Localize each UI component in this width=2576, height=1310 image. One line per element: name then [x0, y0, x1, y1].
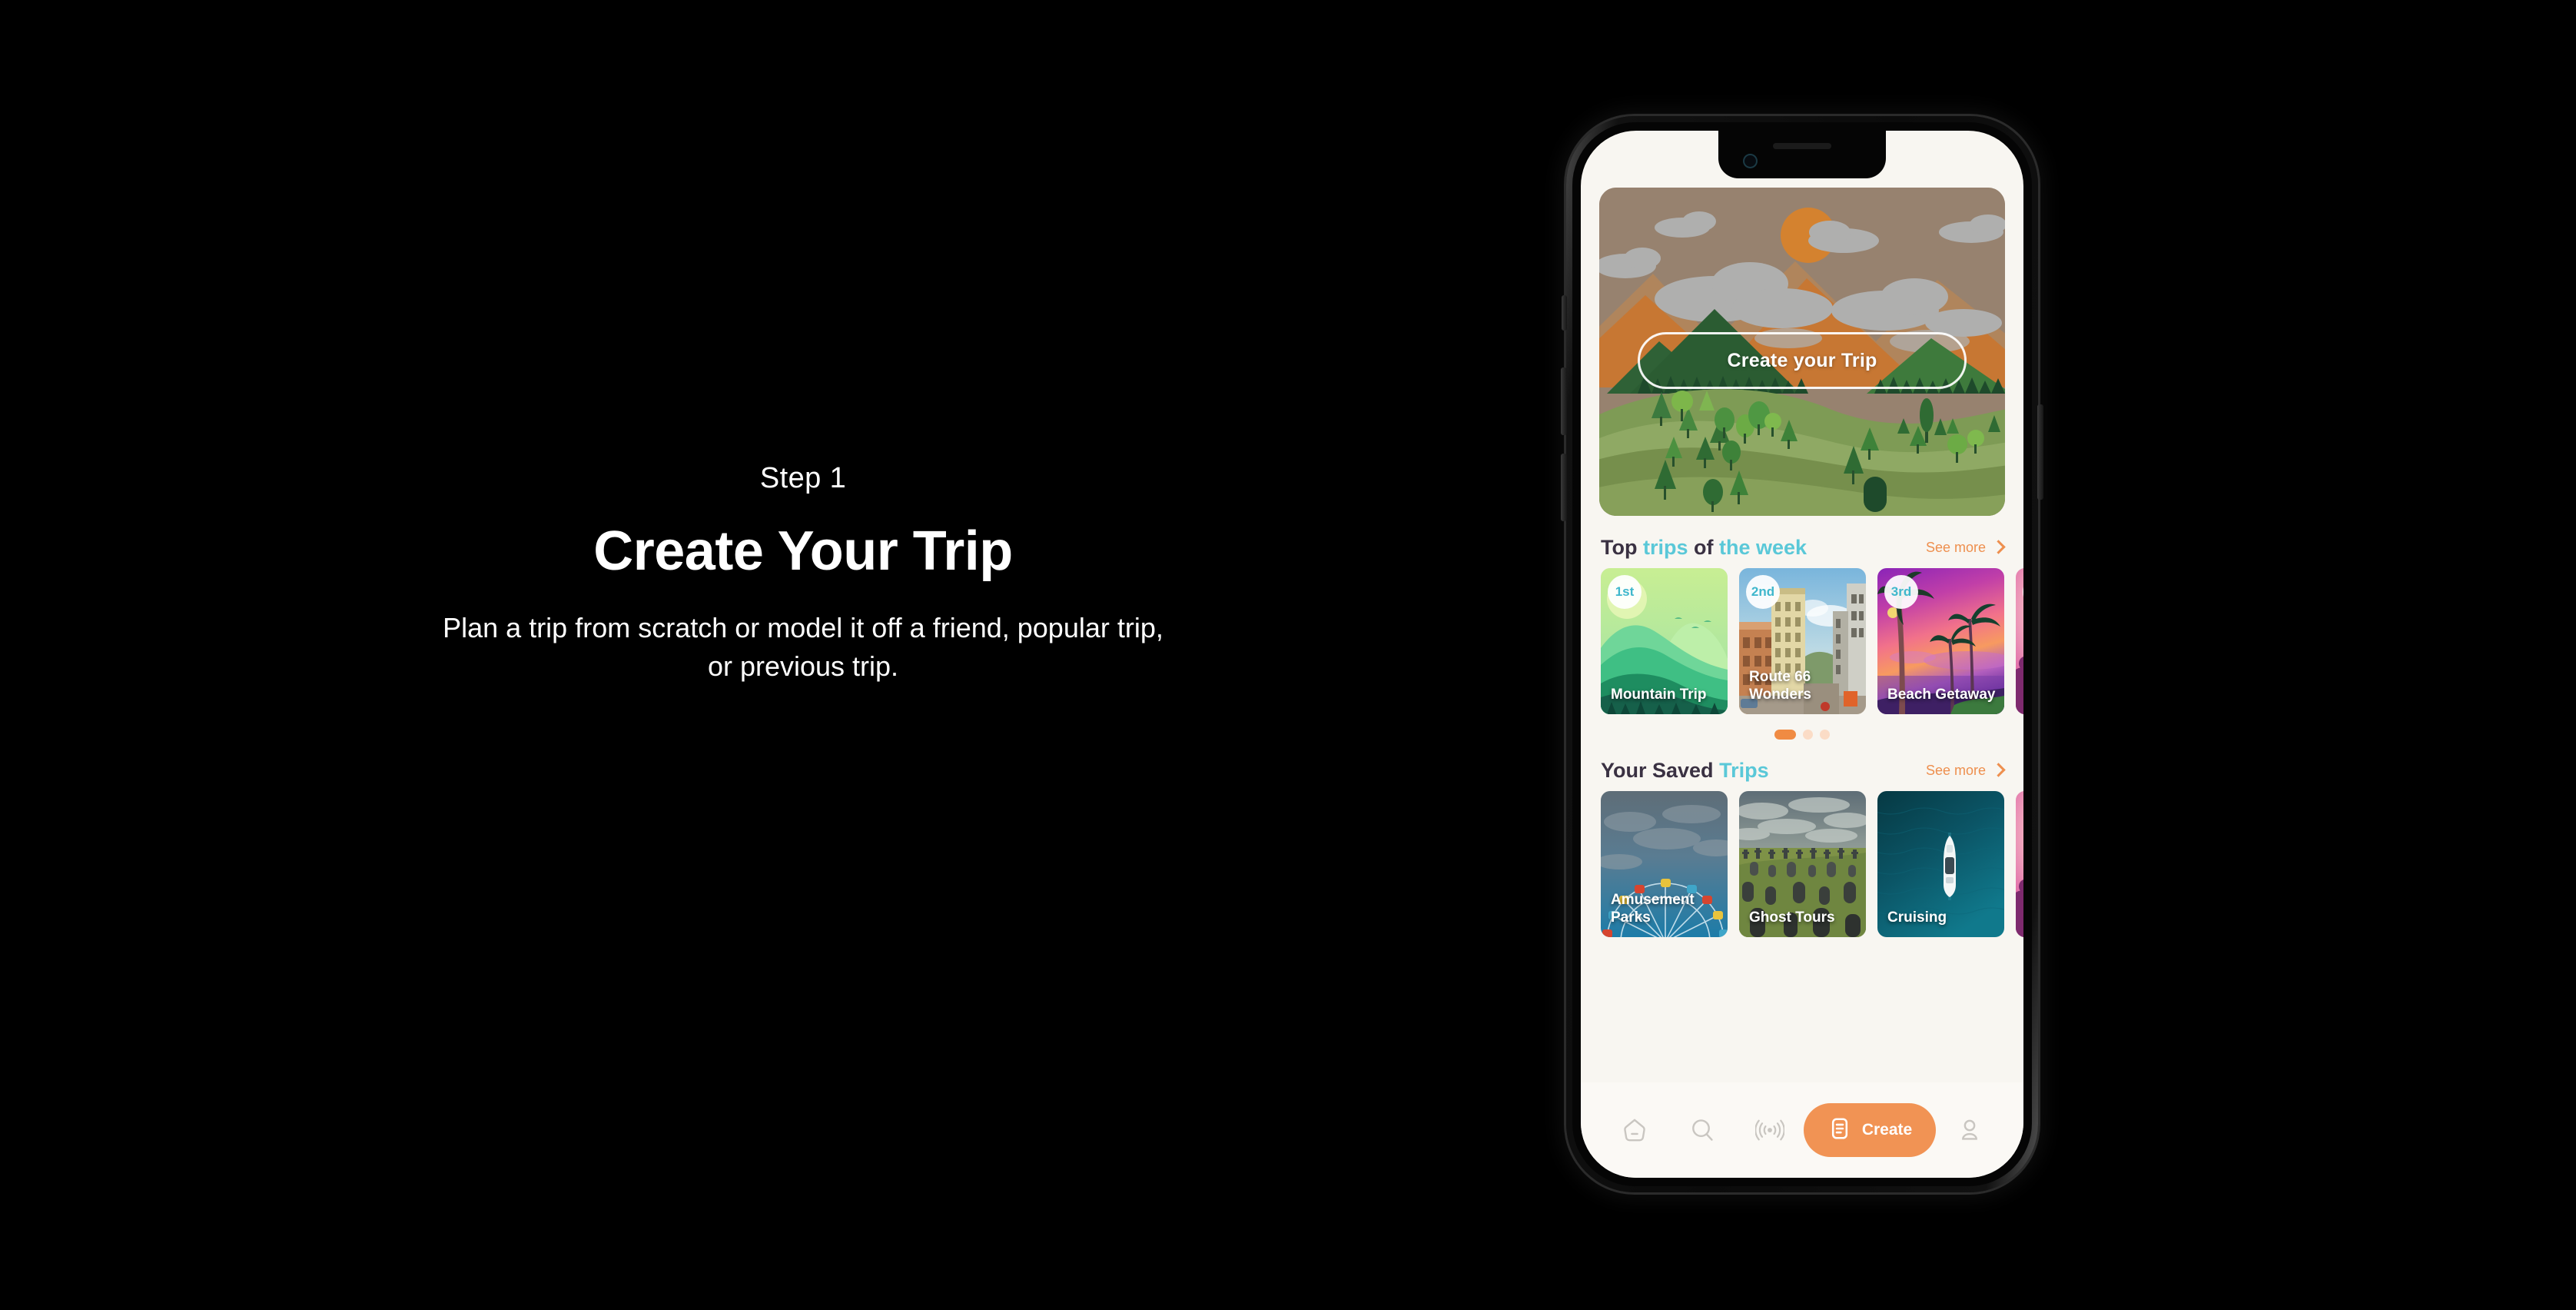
carousel-dot[interactable]	[1803, 730, 1813, 740]
create-button-label: Create	[1861, 1121, 1913, 1139]
tab-profile[interactable]	[1936, 1116, 2003, 1144]
title-part-highlight: trips	[1642, 535, 1694, 559]
top-trips-section-header: Top trips of the week See more	[1601, 534, 2006, 560]
trip-card[interactable]: 1st Mountain Trip	[1601, 568, 1728, 714]
party-crowd-art	[2016, 791, 2023, 937]
profile-icon	[1956, 1116, 1983, 1144]
phone-mockup: Create your Trip Top trips of the week S…	[1561, 114, 2043, 1195]
slide-copy: Step 1 Create Your Trip Plan a trip from…	[0, 461, 1606, 686]
trip-card-title: Beach Getaway	[1887, 686, 1996, 703]
trip-card[interactable]: 3rd Beach Getaway	[1877, 568, 2004, 714]
trip-card-title: Route 66 Wonders	[1749, 668, 1811, 703]
page-title: Create Your Trip	[593, 520, 1013, 582]
top-trips-title: Top trips of the week	[1601, 536, 1807, 560]
hero-card[interactable]: Create your Trip	[1599, 188, 2005, 516]
create-button[interactable]: Create	[1804, 1103, 1936, 1157]
saved-trip-title: Ghost Tours	[1749, 909, 1835, 926]
slide-description: Plan a trip from scratch or model it off…	[443, 612, 1164, 683]
create-your-trip-button[interactable]: Create your Trip	[1638, 332, 1967, 389]
rank-badge: 2nd	[1746, 575, 1780, 609]
chevron-right-icon	[1991, 763, 2006, 777]
trip-card[interactable]: 2nd Route 66 Wonders	[1739, 568, 1866, 714]
saved-trip-title: Cruising	[1887, 909, 1947, 926]
saved-trip-card[interactable]: Camping Trip	[2016, 791, 2023, 937]
phone-screen: Create your Trip Top trips of the week S…	[1581, 131, 2023, 1178]
title-part: Top	[1601, 535, 1643, 559]
carousel-dots[interactable]	[1581, 730, 2023, 740]
carousel-dot[interactable]	[1820, 730, 1830, 740]
top-trips-rail[interactable]: 1st Mountain Trip 2nd Route 66 Wonders 3…	[1601, 568, 2023, 714]
saved-trips-title: Your Saved Trips	[1601, 759, 1769, 783]
saved-trip-card[interactable]: Amusement Parks	[1601, 791, 1728, 937]
notch	[1718, 131, 1886, 178]
power-button[interactable]	[2037, 404, 2043, 500]
saved-trips-rail[interactable]: Amusement Parks Ghost Tours Cruising	[1601, 791, 2023, 937]
volume-up-button[interactable]	[1561, 367, 1567, 435]
title-part-highlight: Trips	[1719, 758, 1769, 782]
top-trips-see-more-link[interactable]: See more	[1925, 539, 2006, 556]
see-more-label: See more	[1925, 539, 1986, 555]
trip-card[interactable]: 4th Bachelorette House	[2016, 568, 2023, 714]
see-more-label: See more	[1925, 762, 1986, 778]
volume-down-button[interactable]	[1561, 454, 1567, 521]
home-icon	[1621, 1116, 1648, 1144]
chevron-right-icon	[1991, 540, 2006, 554]
bottom-tab-bar: Create	[1581, 1082, 2023, 1178]
saved-trips-see-more-link[interactable]: See more	[1925, 762, 2006, 779]
step-label: Step 1	[759, 462, 847, 494]
front-camera-icon	[1744, 155, 1756, 167]
tab-home[interactable]	[1601, 1116, 1668, 1144]
saved-trips-section-header: Your Saved Trips See more	[1601, 757, 2006, 783]
broadcast-icon	[1755, 1115, 1784, 1145]
saved-trip-title: Amusement Parks	[1611, 891, 1695, 926]
create-your-trip-label: Create your Trip	[1727, 349, 1877, 371]
trip-card-title: Mountain Trip	[1611, 686, 1707, 703]
search-icon	[1688, 1116, 1716, 1144]
title-part: of	[1694, 535, 1719, 559]
title-part-highlight: the week	[1719, 535, 1808, 559]
title-part: Your Saved	[1601, 758, 1720, 782]
earpiece-speaker	[1773, 143, 1831, 149]
saved-trip-card[interactable]: Ghost Tours	[1739, 791, 1866, 937]
create-document-icon	[1827, 1116, 1852, 1145]
rank-badge: 3rd	[1884, 575, 1918, 609]
tab-search[interactable]	[1668, 1116, 1736, 1144]
tab-broadcast[interactable]	[1736, 1115, 1804, 1145]
slide-canvas: Step 1 Create Your Trip Plan a trip from…	[0, 0, 2576, 1310]
carousel-dot-active[interactable]	[1774, 730, 1796, 740]
saved-trip-card[interactable]: Cruising	[1877, 791, 2004, 937]
rank-badge: 1st	[1608, 575, 1642, 609]
mute-switch[interactable]	[1562, 295, 1567, 331]
